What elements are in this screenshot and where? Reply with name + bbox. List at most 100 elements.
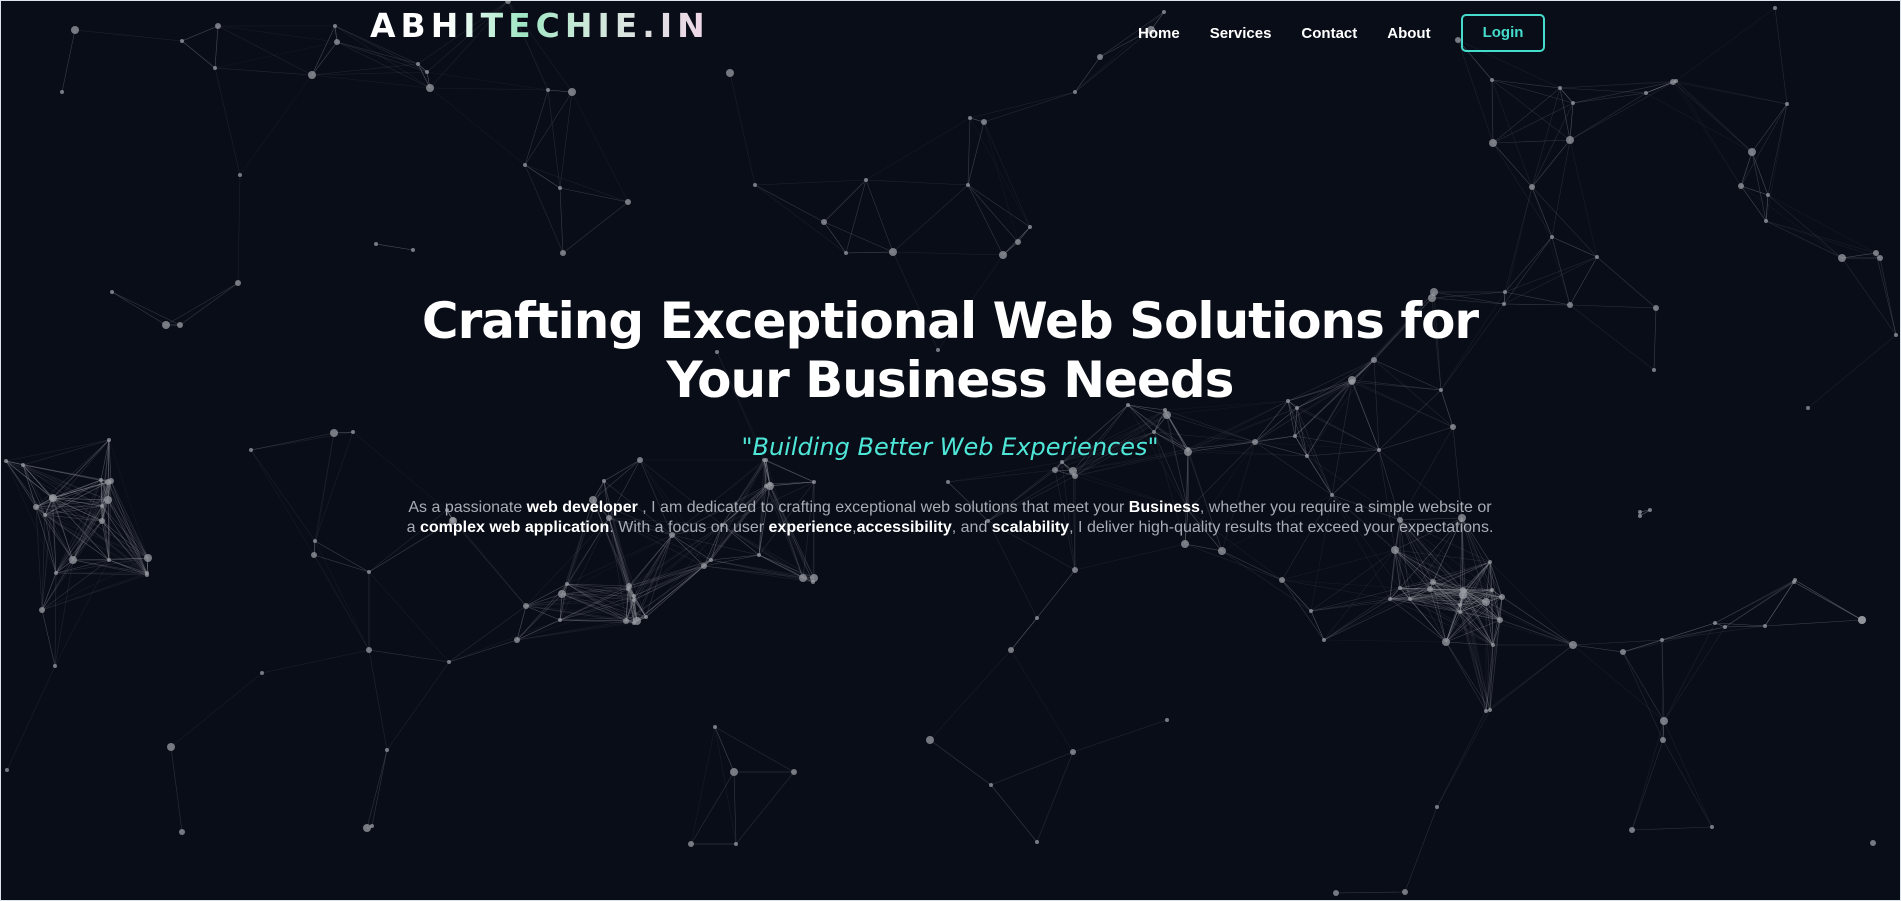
- network-node: [1458, 603, 1462, 607]
- network-node: [626, 583, 632, 589]
- network-link: [1531, 87, 1561, 188]
- network-node: [1482, 598, 1490, 606]
- network-link: [1767, 103, 1788, 196]
- desc-text: , I deliver high-quality results that ex…: [1069, 519, 1494, 536]
- network-node: [1674, 79, 1678, 83]
- network-link: [1807, 334, 1897, 409]
- network-node: [632, 594, 636, 598]
- main-navigation: Home Services Contact About Login: [1138, 14, 1546, 52]
- network-node: [844, 251, 848, 255]
- network-link: [823, 179, 867, 223]
- network-node: [1894, 333, 1898, 337]
- network-node: [514, 637, 520, 643]
- network-link: [754, 179, 867, 186]
- network-link: [1765, 220, 1881, 259]
- network-link: [1551, 139, 1571, 238]
- hero-tagline: "Building Better Web Experiences": [741, 433, 1159, 461]
- network-node: [791, 769, 797, 775]
- network-link: [1445, 641, 1491, 711]
- network-link: [628, 534, 673, 587]
- network-node: [1738, 183, 1744, 189]
- network-node: [366, 647, 372, 653]
- network-node: [1181, 540, 1189, 548]
- network-node: [333, 24, 337, 28]
- desc-highlight: complex web application: [419, 519, 610, 536]
- network-link: [1569, 80, 1677, 141]
- network-node: [99, 518, 105, 524]
- network-node: [560, 250, 566, 256]
- network-node: [1785, 102, 1789, 106]
- network-node: [968, 116, 972, 120]
- network-node: [1723, 625, 1727, 629]
- network-node: [311, 552, 317, 558]
- nav-home-link[interactable]: Home: [1138, 25, 1180, 42]
- network-link: [1281, 579, 1312, 612]
- network-link: [735, 771, 795, 845]
- network-node: [1015, 239, 1021, 245]
- network-node: [39, 607, 45, 613]
- network-link: [1841, 252, 1877, 259]
- site-logo[interactable]: ABHITECHIE.IN: [370, 6, 710, 45]
- nav-contact-link[interactable]: Contact: [1301, 25, 1357, 42]
- network-node: [1710, 825, 1714, 829]
- network-node: [1402, 889, 1408, 895]
- network-node: [558, 590, 566, 598]
- desc-highlight: web developer: [526, 499, 638, 516]
- login-button[interactable]: Login: [1460, 14, 1546, 52]
- network-link: [1572, 92, 1647, 104]
- network-link: [1310, 598, 1411, 612]
- network-node: [625, 199, 631, 205]
- network-link: [1184, 543, 1223, 552]
- network-link: [1323, 549, 1396, 641]
- network-link: [1631, 826, 1713, 831]
- network-link: [1569, 92, 1647, 141]
- network-link: [1740, 185, 1769, 196]
- network-link: [1559, 87, 1574, 104]
- network-node: [558, 186, 562, 190]
- network-node: [523, 603, 529, 609]
- network-link: [1531, 186, 1598, 258]
- network-link: [1572, 644, 1665, 722]
- network-link: [1675, 80, 1753, 153]
- network-link: [237, 174, 241, 284]
- network-link: [1010, 617, 1038, 651]
- nav-services-link[interactable]: Services: [1210, 25, 1272, 42]
- network-node: [104, 496, 112, 504]
- network-node: [1463, 589, 1467, 593]
- nav-about-link[interactable]: About: [1387, 25, 1430, 42]
- network-link: [1875, 252, 1897, 336]
- network-link: [990, 751, 1074, 786]
- network-link: [426, 71, 549, 91]
- network-node: [981, 119, 987, 125]
- network-link: [516, 620, 627, 641]
- network-link: [448, 605, 527, 663]
- network-link: [1489, 561, 1574, 646]
- network-link: [74, 29, 183, 42]
- network-link: [1310, 549, 1396, 612]
- network-link: [983, 121, 1019, 243]
- network-link: [690, 771, 735, 845]
- network-link: [239, 74, 313, 176]
- network-node: [1638, 514, 1642, 518]
- network-node: [1558, 86, 1562, 90]
- network-link: [41, 572, 148, 611]
- network-link: [1714, 579, 1796, 624]
- network-node: [1008, 647, 1014, 653]
- network-link: [1010, 649, 1074, 753]
- network-link: [448, 639, 518, 663]
- network-node: [1748, 148, 1756, 156]
- network-link: [165, 282, 239, 326]
- network-link: [311, 74, 431, 89]
- network-link: [107, 499, 149, 559]
- network-link: [1310, 610, 1325, 641]
- network-link: [1645, 92, 1753, 153]
- network-node: [249, 448, 253, 452]
- network-link: [625, 559, 712, 622]
- network-link: [714, 726, 795, 773]
- network-node: [69, 556, 77, 564]
- network-link: [1661, 626, 1726, 641]
- network-node: [60, 90, 64, 94]
- network-node: [71, 26, 79, 34]
- network-node: [701, 563, 707, 569]
- network-node: [565, 582, 569, 586]
